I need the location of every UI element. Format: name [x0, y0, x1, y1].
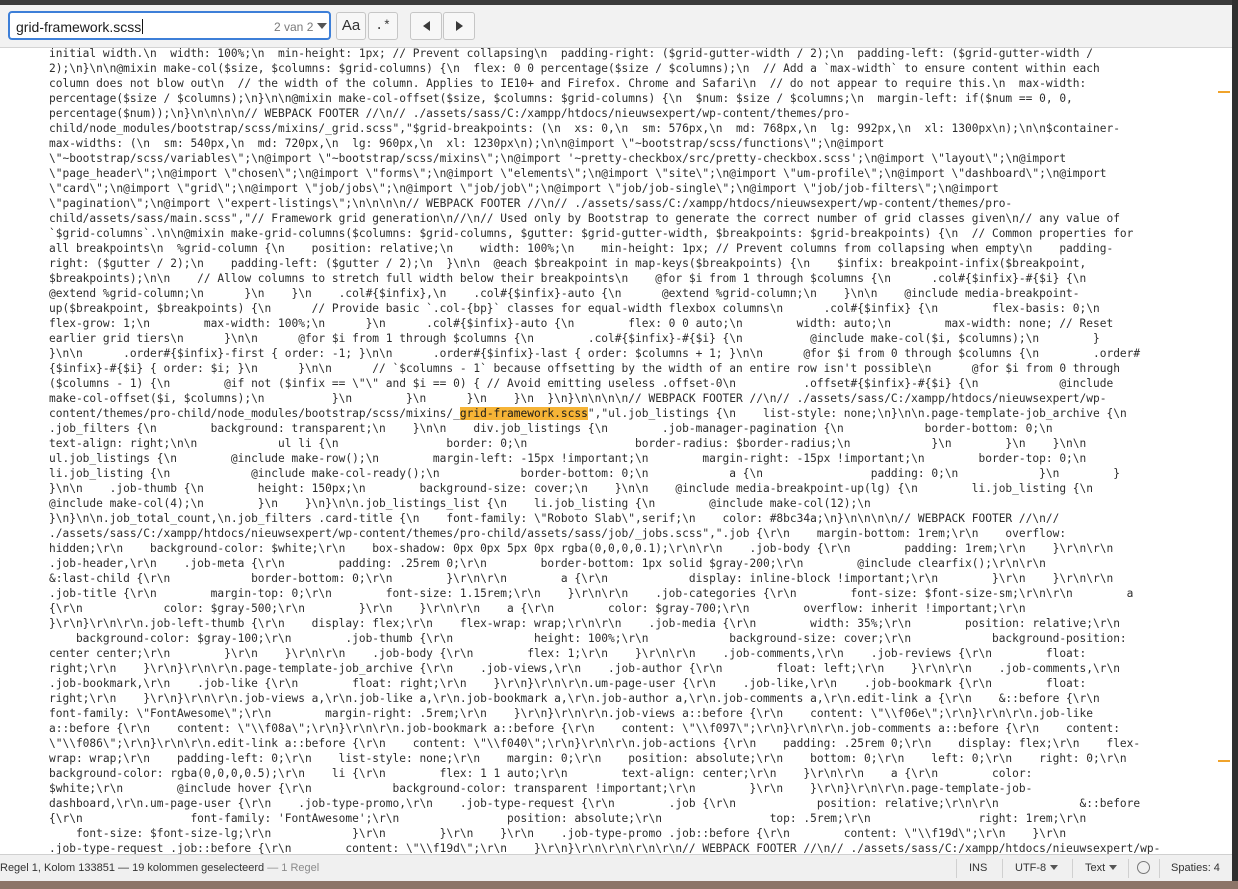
status-divider	[1159, 859, 1160, 878]
find-previous-button[interactable]	[410, 12, 442, 40]
search-history-dropdown-icon[interactable]	[317, 20, 327, 30]
code-line: background-color: rgba(0,0,0,0.5);\r\n l…	[49, 767, 1033, 780]
code-line: right;\r\n }\r\n}\r\n\r\n.page-template-…	[49, 662, 1120, 675]
cursor-position[interactable]: Regel 1, Kolom 133851 — 19 kolommen gese…	[0, 862, 319, 874]
code-line: .job-title {\r\n margin-top: 0;\r\n font…	[49, 587, 1134, 600]
language-selector[interactable]: Text	[1085, 862, 1118, 874]
status-divider	[1128, 859, 1129, 878]
code-line: initial width.\n width: 100%;\n min-heig…	[49, 48, 1093, 60]
code-line: percentage($num));\n}\n\n\n\n// WEBPACK …	[49, 107, 851, 120]
chevron-down-icon	[1050, 865, 1059, 870]
arrow-left-icon	[422, 20, 430, 31]
code-line: earlier grid tiers\n }\n\n @for $i from …	[49, 332, 1100, 345]
encoding-selector[interactable]: UTF-8	[1015, 862, 1059, 874]
code-line: {$infix}-#{$i} { order: $i; }\n }\n\n //…	[49, 362, 1120, 375]
status-divider	[1002, 859, 1003, 878]
indentation-selector[interactable]: Spaties: 4	[1171, 862, 1220, 874]
code-line: font-size: $font-size-lg;\r\n }\r\n }\r\…	[49, 827, 1067, 840]
code-line: content/themes/pro-child/node_modules/bo…	[49, 407, 1127, 420]
code-line: font-family: \"FontAwesome\";\r\n margin…	[49, 707, 1093, 720]
code-line: text-align: right;\n\n ul li {\n border:…	[49, 437, 1087, 450]
code-line: }\n\n .order#{$infix}-first { order: -1;…	[49, 347, 1141, 360]
code-line: wrap: wrap;\r\n padding-left: 0;\r\n lis…	[49, 752, 1127, 765]
code-line: dashboard,\r\n.um-page-user {\r\n .job-t…	[49, 797, 1141, 810]
spellcheck-icon[interactable]	[1137, 861, 1150, 874]
code-line: up($breakpoint, $breakpoints) {\n // Pro…	[49, 302, 1100, 315]
code-line: li.job_listing {\n @include make-col-rea…	[49, 467, 1120, 480]
code-line: right: ($gutter / 2);\n padding-left: ($…	[49, 257, 1087, 270]
status-divider	[1072, 859, 1073, 878]
text-caret	[142, 19, 144, 34]
code-line: {\r\n color: $gray-500;\r\n }\r\n }\r\n\…	[49, 602, 1026, 615]
search-input[interactable]: grid-framework.scss 2 van 2	[8, 11, 331, 40]
search-match-marker	[1218, 91, 1230, 93]
code-line: center center;\r\n }\r\n }\r\n\r\n .job-…	[49, 647, 1087, 660]
match-case-button[interactable]: Aa	[336, 12, 366, 40]
arrow-right-icon	[455, 20, 463, 31]
editor-scrollbar[interactable]	[1218, 48, 1232, 854]
code-line: percentage($size / $columns);\n}\n\n@mix…	[49, 92, 1073, 105]
cursor-position-text: Regel 1, Kolom 133851 — 19 kolommen gese…	[0, 862, 265, 874]
window-right-edge	[1232, 0, 1238, 889]
code-line: {\r\n font-family: 'FontAwesome';\r\n po…	[49, 812, 1087, 825]
code-line: hidden;\r\n background-color: $white;\r\…	[49, 542, 1114, 555]
search-match-highlight: grid-framework.scss	[459, 407, 588, 420]
status-bar: Regel 1, Kolom 133851 — 19 kolommen gese…	[0, 854, 1232, 882]
match-count: 2 van 2	[274, 20, 314, 34]
code-line: .job-bookmark,\r\n .job-like {\r\n float…	[49, 677, 1087, 690]
code-line: right;\r\n }\r\n}\r\n\r\n.job-views a,\r…	[49, 692, 1100, 705]
find-bar: grid-framework.scss 2 van 2 Aa .*	[0, 5, 1232, 48]
text-editor[interactable]: initial width.\n width: 100%;\n min-heig…	[0, 48, 1232, 854]
encoding-label: UTF-8	[1015, 862, 1047, 874]
code-line: 2);\n}\n\n@mixin make-col($size, $column…	[49, 62, 1100, 75]
code-line: \"page_header\";\n@import \"chosen\";\n@…	[49, 167, 1107, 180]
regex-button[interactable]: .*	[368, 12, 398, 40]
code-line: all breakpoints\n %grid-column {\n posit…	[49, 242, 1114, 255]
code-line: child/node_modules/bootstrap/scss/mixins…	[49, 122, 1120, 135]
insert-mode-indicator[interactable]: INS	[969, 862, 987, 874]
code-line: @extend %grid-column;\n }\n }\n .col#{$i…	[49, 287, 1080, 300]
code-line: child/assets/sass/main.scss","// Framewo…	[49, 212, 1120, 225]
code-line: \"\\f086\";\r\n}\r\n\r\n.edit-link a::be…	[49, 737, 1141, 750]
code-line: $breakpoints);\n\n // Allow columns to s…	[49, 272, 1087, 285]
code-line: ./assets/sass/C:/xampp/htdocs/nieuwsexpe…	[49, 527, 1067, 540]
code-line: a::before {\r\n content: \"\\f08a\";\r\n…	[49, 722, 1120, 735]
line-count: — 1 Regel	[267, 862, 320, 874]
code-line: \"~bootstrap/scss/variables\";\n@import …	[49, 152, 1067, 165]
code-line: max-widths: (\n sm: 540px,\n md: 720px,\…	[49, 137, 885, 150]
code-line: `$grid-columns`.\n\n@mixin make-grid-col…	[49, 227, 1134, 240]
search-query: grid-framework.scss	[16, 19, 144, 35]
code-line: flex-grow: 1;\n max-width: 100%;\n }\n .…	[49, 317, 1114, 330]
search-query-text: grid-framework.scss	[16, 19, 142, 35]
language-label: Text	[1085, 862, 1106, 874]
desktop-taskbar	[0, 881, 1238, 889]
code-line: .job-header,\r\n .job-meta {\r\n padding…	[49, 557, 1046, 570]
code-line: @include make-col(4);\n }\n }\n}\n\n.job…	[49, 497, 871, 510]
code-line: }\n}\n\n.job_total_count,\n.job_filters …	[49, 512, 1060, 525]
code-line: make-col-offset($i, $columns);\n }\n }\n…	[49, 392, 1107, 405]
code-line: ($columns - 1) {\n @if not ($infix == \"…	[49, 377, 1114, 390]
search-match-marker	[1218, 760, 1230, 762]
find-next-button[interactable]	[443, 12, 475, 40]
code-line: }\r\n}\r\n\r\n.job-left-thumb {\r\n disp…	[49, 617, 1120, 630]
code-line: &:last-child {\r\n border-bottom: 0;\r\n…	[49, 572, 1114, 585]
code-line: .job-type-request .job::before {\r\n con…	[49, 842, 1161, 854]
code-line: column does not blow out\n // the width …	[49, 77, 1087, 90]
status-divider	[956, 859, 957, 878]
code-line: \"card\";\n@import \"grid\";\n@import \"…	[49, 182, 999, 195]
code-line: background-color: $gray-100;\r\n .job-th…	[49, 632, 1127, 645]
code-line: ul.job_listings {\n @include make-row();…	[49, 452, 1087, 465]
editor-text-content: initial width.\n width: 100%;\n min-heig…	[49, 48, 1217, 854]
code-line: \"pagination\";\n@import \"expert-listin…	[49, 197, 1013, 210]
code-line: .job_filters {\n background: transparent…	[49, 422, 1053, 435]
code-line: $white;\r\n @include hover {\r\n backgro…	[49, 782, 1033, 795]
chevron-down-icon	[1109, 865, 1118, 870]
code-line: }\n\n .job-thumb {\n height: 150px;\n ba…	[49, 482, 1093, 495]
